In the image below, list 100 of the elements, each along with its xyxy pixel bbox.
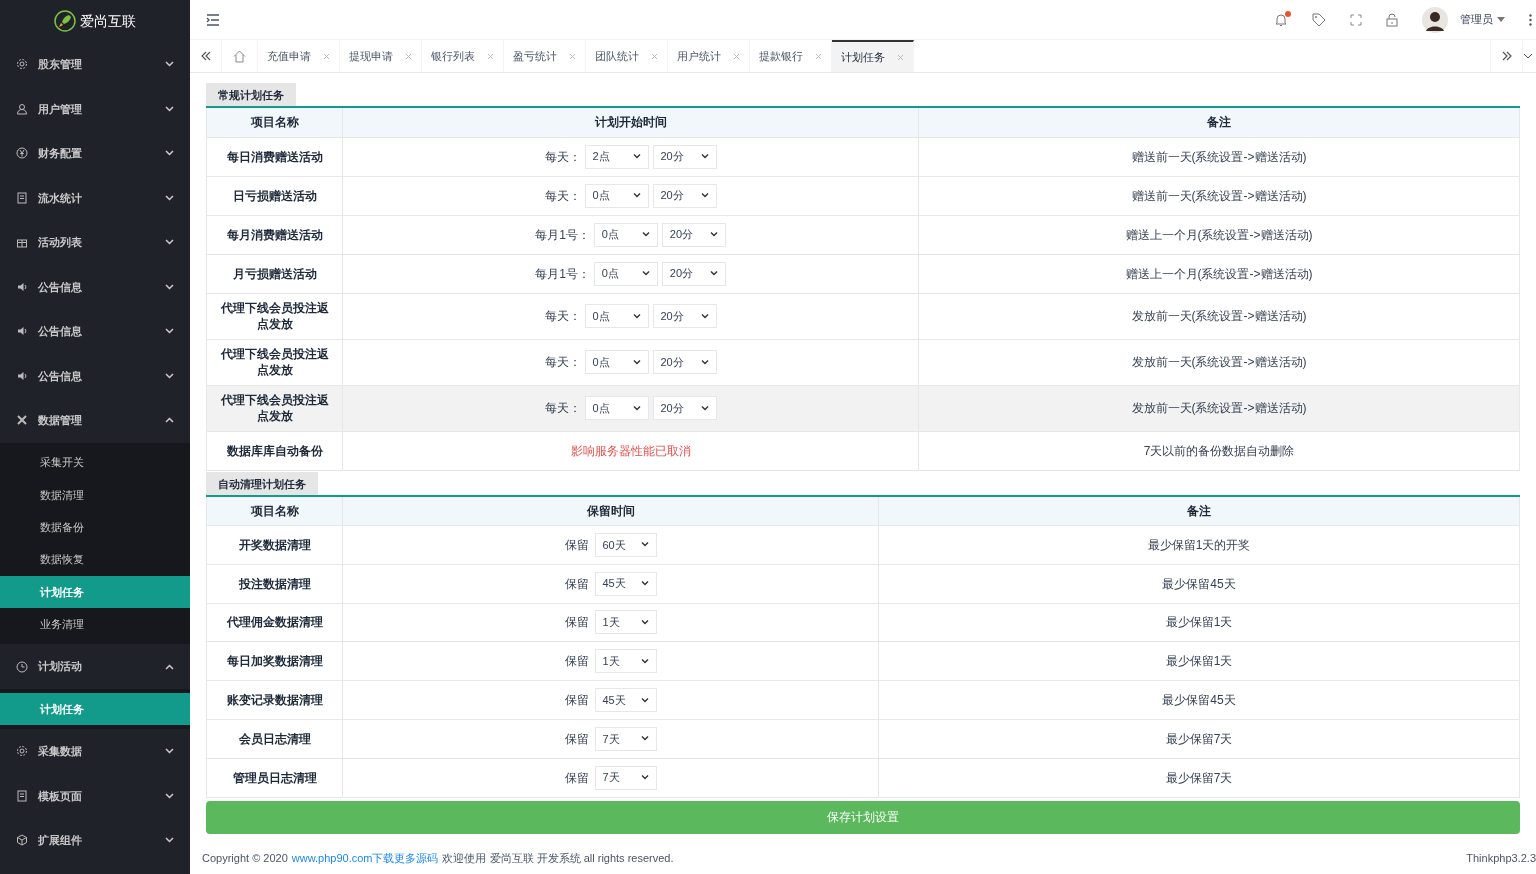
chevron-down-icon — [700, 405, 709, 411]
tab[interactable]: 计划任务 — [832, 40, 914, 72]
table-cell: 月亏损赠送活动 — [206, 254, 343, 293]
sidebar-item[interactable]: 公告信息 — [0, 353, 190, 398]
close-icon[interactable] — [733, 52, 740, 60]
table-cell: 代理下线会员投注返点发放 — [206, 385, 343, 431]
document-icon — [16, 789, 28, 802]
lock-icon[interactable] — [1386, 12, 1398, 27]
schedule-label: 每月1号： — [535, 265, 590, 283]
tab[interactable]: 提现申请 — [340, 40, 422, 72]
tab[interactable]: 盈亏统计 — [504, 40, 586, 72]
sidebar-item[interactable]: 用户管理 — [0, 86, 190, 131]
dropdown[interactable]: 7天 — [594, 726, 657, 751]
dropdown[interactable]: 0点 — [584, 350, 649, 374]
chevron-down-icon — [700, 154, 709, 159]
close-icon[interactable] — [405, 52, 412, 60]
schedule-label: 每月1号： — [535, 226, 590, 244]
more-icon[interactable] — [1529, 13, 1532, 26]
table-cell: 发放前一天(系统设置->赠送活动) — [918, 339, 1520, 385]
double-chevron-right-icon — [1500, 50, 1513, 62]
table-cell: 开奖数据清理 — [206, 525, 343, 565]
retention-label: 保留 — [564, 653, 589, 671]
sidebar-subitem[interactable]: 数据恢复 — [0, 543, 190, 576]
sidebar-item[interactable]: 数据管理 — [0, 398, 190, 443]
avatar[interactable] — [1422, 6, 1448, 33]
dropdown[interactable]: 2点 — [584, 144, 649, 169]
sidebar-subitem[interactable]: 数据清理 — [0, 478, 190, 512]
tab[interactable]: 用户统计 — [668, 40, 750, 72]
dropdown[interactable]: 0点 — [593, 222, 658, 247]
section-tab[interactable]: 自动清理计划任务 — [206, 471, 318, 495]
schedule-label: 每天： — [544, 308, 581, 325]
sidebar-item[interactable]: 扩展组件 — [0, 818, 190, 863]
chevron-down-icon — [632, 405, 641, 411]
table-cell: 最少保留7天 — [878, 719, 1520, 759]
chevron-down-icon — [641, 271, 650, 276]
table-cell: 账变记录数据清理 — [206, 680, 343, 720]
tab[interactable]: 充值申请 — [258, 40, 340, 72]
table-cell: 每日加奖数据清理 — [206, 641, 343, 681]
dropdown[interactable]: 0点 — [593, 261, 658, 286]
sidebar-item[interactable]: 公告信息 — [0, 264, 190, 309]
close-icon[interactable] — [569, 52, 576, 60]
sidebar-item[interactable]: 模板页面 — [0, 773, 190, 819]
schedule-label: 每天： — [544, 187, 581, 205]
dropdown[interactable]: 20分 — [652, 350, 717, 374]
dropdown[interactable]: 45天 — [594, 571, 657, 596]
table-cell: 最少保留45天 — [878, 564, 1520, 604]
sidebar-item[interactable]: 采集数据 — [0, 729, 190, 774]
dropdown[interactable]: 20分 — [652, 396, 717, 420]
close-icon[interactable] — [815, 52, 822, 60]
sidebar-item[interactable]: 财务配置 — [0, 131, 190, 176]
fullscreen-icon[interactable] — [1350, 13, 1362, 26]
dropdown[interactable]: 20分 — [652, 304, 717, 328]
close-icon[interactable] — [487, 52, 494, 60]
bell-icon[interactable] — [1274, 12, 1288, 27]
sidebar-subitem[interactable]: 业务清理 — [0, 608, 190, 641]
dropdown[interactable]: 20分 — [661, 261, 726, 286]
dropdown[interactable]: 20分 — [661, 222, 726, 247]
dropdown[interactable]: 20分 — [652, 144, 717, 169]
close-icon[interactable] — [897, 53, 904, 61]
double-chevron-left-icon — [199, 50, 212, 62]
dropdown[interactable]: 7天 — [594, 765, 657, 790]
dropdown[interactable]: 0点 — [584, 304, 649, 328]
dropdown[interactable]: 60天 — [594, 532, 657, 557]
cube-icon — [16, 834, 28, 847]
chevron-down-icon — [640, 736, 649, 742]
dropdown[interactable]: 1天 — [594, 610, 657, 635]
tag-icon[interactable] — [1312, 12, 1326, 27]
sidebar-item[interactable]: 公告信息 — [0, 309, 190, 354]
sidebar-subitem[interactable]: 数据备份 — [0, 511, 190, 544]
schedule-label: 每天： — [544, 148, 581, 166]
section-tab[interactable]: 常规计划任务 — [206, 83, 296, 106]
close-icon[interactable] — [323, 52, 330, 60]
dropdown[interactable]: 20分 — [652, 183, 717, 208]
user-menu[interactable]: 管理员 — [1460, 11, 1505, 28]
chevron-down-icon — [632, 313, 641, 319]
tab[interactable]: 银行列表 — [422, 40, 504, 72]
tab[interactable]: 团队统计 — [586, 40, 668, 72]
dropdown[interactable]: 0点 — [584, 396, 649, 420]
yen-icon — [16, 147, 28, 160]
retention-label: 保留 — [564, 575, 589, 593]
chevron-down-icon — [640, 775, 649, 781]
source-link[interactable]: www.php90.com下载更多源码 — [291, 849, 439, 867]
dropdown[interactable]: 0点 — [584, 183, 649, 208]
chevron-down-icon — [709, 271, 718, 276]
gear-icon — [16, 58, 28, 71]
sidebar-item[interactable]: 流水统计 — [0, 175, 190, 220]
dropdown[interactable]: 45天 — [594, 688, 657, 713]
footer-text: 欢迎使用 爱尚互联 开发系统 all rights reserved. — [442, 850, 674, 866]
dropdown[interactable]: 1天 — [594, 649, 657, 674]
chevron-down-icon — [640, 658, 649, 664]
chevron-down-icon — [640, 697, 649, 703]
schedule-label: 每天： — [544, 400, 581, 417]
sidebar-item[interactable]: 活动列表 — [0, 220, 190, 265]
sidebar-item[interactable]: 股东管理 — [0, 42, 190, 87]
table-cell: 代理佣金数据清理 — [206, 603, 343, 642]
menu-icon[interactable] — [206, 13, 220, 26]
close-icon[interactable] — [651, 52, 658, 60]
sidebar-item[interactable]: 计划活动 — [0, 644, 190, 689]
sidebar-subitem[interactable]: 采集开关 — [0, 446, 190, 479]
table-cell: 投注数据清理 — [206, 564, 343, 604]
